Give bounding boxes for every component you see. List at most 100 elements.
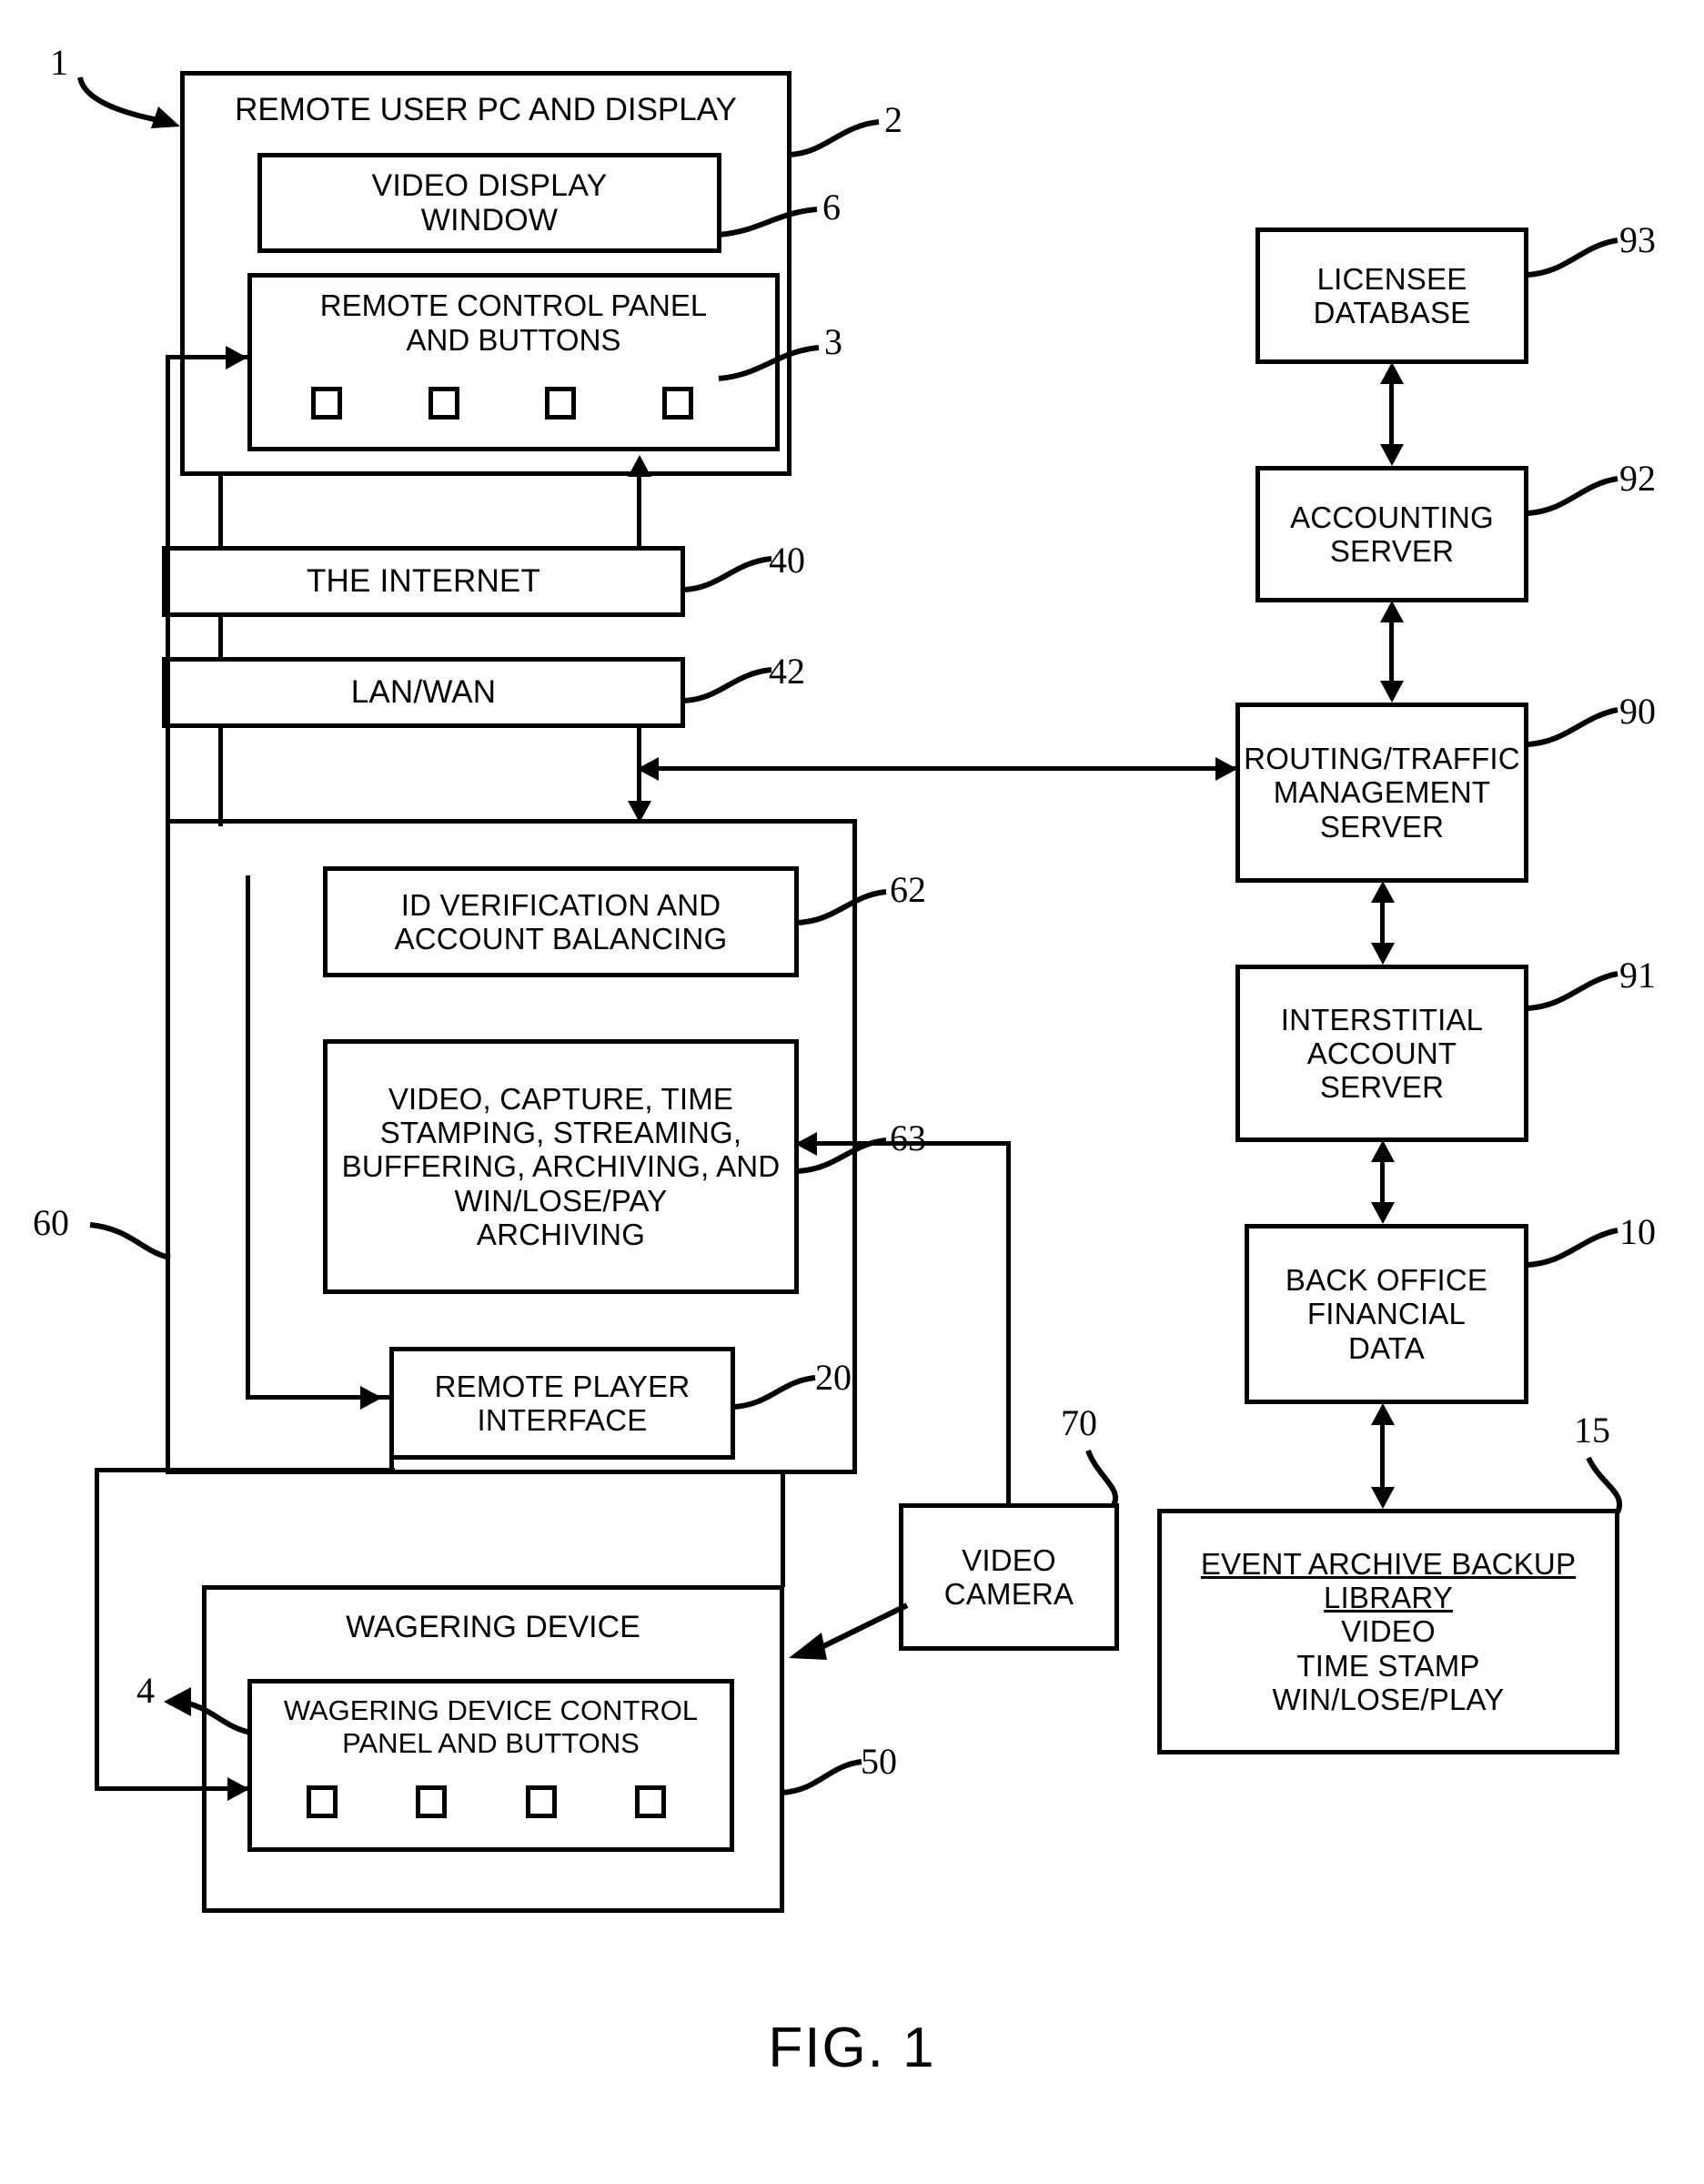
connector-internet-to-pc bbox=[637, 477, 641, 548]
arrowhead-right-wagering-panel bbox=[227, 1777, 249, 1801]
routing-server-line2: MANAGEMENT bbox=[1273, 775, 1491, 810]
wagering-button-2[interactable] bbox=[416, 1785, 448, 1818]
arrowhead-up-90 bbox=[1371, 881, 1395, 903]
video-services-line1: VIDEO, CAPTURE, TIME bbox=[388, 1081, 734, 1116]
wagering-button-4[interactable] bbox=[634, 1785, 666, 1818]
remote-button-2[interactable] bbox=[428, 387, 459, 420]
licensee-database-line1: LICENSEE bbox=[1316, 261, 1467, 296]
wagering-right-riser bbox=[781, 1474, 785, 1587]
back-office-box: BACK OFFICE FINANCIAL DATA bbox=[1245, 1224, 1528, 1404]
event-archive-line2: LIBRARY bbox=[1323, 1581, 1454, 1615]
ref-numeral-60: 60 bbox=[33, 1202, 69, 1243]
video-services-box: VIDEO, CAPTURE, TIME STAMPING, STREAMING… bbox=[323, 1039, 799, 1294]
arrowhead-up-92 bbox=[1380, 601, 1404, 622]
event-archive-line4: TIME STAMP bbox=[1296, 1648, 1480, 1683]
ref-numeral-40: 40 bbox=[769, 540, 805, 581]
host-left-spine bbox=[218, 726, 223, 826]
connector-lanwan-routing bbox=[637, 766, 1237, 771]
video-display-window-box: VIDEO DISPLAY WINDOW bbox=[257, 153, 721, 253]
lead-line-ref-3 bbox=[718, 345, 820, 381]
interstitial-server-line1: INTERSTITIAL bbox=[1280, 1002, 1484, 1036]
video-display-line1: VIDEO DISPLAY bbox=[371, 167, 608, 203]
feedback-riser-to-remote-panel bbox=[166, 355, 170, 937]
routing-server-box: ROUTING/TRAFFIC MANAGEMENT SERVER bbox=[1235, 703, 1528, 883]
camera-run-to-video-services bbox=[799, 1141, 1011, 1146]
arrowhead-left-video-services bbox=[795, 1132, 817, 1156]
remote-button-3[interactable] bbox=[545, 387, 577, 420]
arrowhead-down-92 bbox=[1380, 444, 1404, 466]
event-archive-line5: WIN/LOSE/PLAY bbox=[1272, 1682, 1505, 1716]
rpi-left-trunk bbox=[95, 1468, 99, 1791]
id-verification-box: ID VERIFICATION AND ACCOUNT BALANCING bbox=[323, 866, 799, 977]
rpi-bottom-run bbox=[95, 1468, 395, 1472]
wagering-button-3[interactable] bbox=[525, 1785, 557, 1818]
ref-numeral-62: 62 bbox=[890, 869, 926, 910]
lead-line-ref-50 bbox=[781, 1759, 862, 1795]
camera-riser bbox=[1006, 1141, 1011, 1505]
connector-interstitial-backoffice bbox=[1380, 1158, 1385, 1208]
video-services-line5: ARCHIVING bbox=[476, 1217, 646, 1251]
arrowhead-up-to-pc bbox=[628, 455, 651, 477]
camera-to-wagering-arrow bbox=[789, 1603, 909, 1660]
internet-box: THE INTERNET bbox=[162, 546, 685, 617]
lead-line-system bbox=[77, 76, 180, 128]
event-archive-box: EVENT ARCHIVE BACKUP LIBRARY VIDEO TIME … bbox=[1157, 1509, 1619, 1754]
back-office-line1: BACK OFFICE bbox=[1285, 1263, 1488, 1298]
connector-licensee-accounting bbox=[1389, 380, 1394, 450]
remote-player-interface-line1: REMOTE PLAYER bbox=[434, 1369, 691, 1403]
id-verification-line2: ACCOUNT BALANCING bbox=[394, 922, 728, 956]
arrowhead-down-90 bbox=[1380, 681, 1404, 703]
lead-line-ref-60 bbox=[89, 1222, 171, 1260]
ref-numeral-90: 90 bbox=[1619, 691, 1656, 732]
internet-label: THE INTERNET bbox=[306, 563, 541, 600]
event-archive-line1: EVENT ARCHIVE BACKUP bbox=[1200, 1546, 1577, 1581]
accounting-server-box: ACCOUNTING SERVER bbox=[1255, 466, 1528, 602]
lead-line-ref-4 bbox=[164, 1687, 252, 1735]
ref-numeral-3: 3 bbox=[824, 321, 842, 362]
lead-line-ref-70 bbox=[1085, 1449, 1118, 1507]
host-inner-riser bbox=[246, 875, 250, 1400]
arrowhead-right-remote-panel bbox=[226, 346, 247, 369]
ref-numeral-93: 93 bbox=[1619, 219, 1656, 260]
connector-backoffice-archive bbox=[1380, 1421, 1385, 1492]
video-camera-line1: VIDEO bbox=[962, 1542, 1056, 1577]
patent-figure-sheet: 1 REMOTE USER PC AND DISPLAY VIDEO DISPL… bbox=[0, 0, 1704, 2184]
wagering-button-1[interactable] bbox=[307, 1785, 338, 1818]
video-camera-line2: CAMERA bbox=[943, 1577, 1074, 1611]
wagering-buttons-row bbox=[307, 1785, 666, 1818]
remote-button-1[interactable] bbox=[311, 387, 342, 420]
connector-routing-interstitial bbox=[1380, 899, 1385, 948]
interstitial-server-line3: SERVER bbox=[1319, 1070, 1445, 1105]
lead-line-ref-15 bbox=[1586, 1456, 1622, 1514]
remote-buttons-row bbox=[311, 387, 693, 420]
routing-server-line1: ROUTING/TRAFFIC bbox=[1244, 742, 1520, 776]
wagering-control-line1: WAGERING DEVICE CONTROL bbox=[283, 1694, 699, 1726]
connector-accounting-routing bbox=[1389, 619, 1394, 686]
interstitial-server-box: INTERSTITIAL ACCOUNT SERVER bbox=[1235, 965, 1528, 1142]
remote-button-4[interactable] bbox=[661, 387, 693, 420]
ref-numeral-15: 15 bbox=[1574, 1410, 1610, 1451]
accounting-server-line1: ACCOUNTING bbox=[1290, 500, 1494, 534]
arrowhead-down-10 bbox=[1371, 1202, 1395, 1224]
arrowhead-up-10 bbox=[1371, 1403, 1395, 1425]
arrowhead-down-15 bbox=[1371, 1487, 1395, 1509]
arrowhead-up-93 bbox=[1380, 362, 1404, 384]
arrowhead-right-routing bbox=[1215, 757, 1237, 781]
ref-numeral-6: 6 bbox=[822, 187, 841, 228]
arrowhead-down-host bbox=[628, 801, 651, 823]
remote-control-panel-line1: REMOTE CONTROL PANEL bbox=[319, 288, 708, 322]
ref-numeral-91: 91 bbox=[1619, 955, 1656, 996]
remote-control-panel-box: REMOTE CONTROL PANEL AND BUTTONS bbox=[247, 273, 780, 451]
video-services-line2: STAMPING, STREAMING, bbox=[379, 1116, 742, 1150]
lead-line-ref-20 bbox=[732, 1375, 816, 1410]
ref-numeral-10: 10 bbox=[1619, 1211, 1656, 1252]
ref-numeral-2: 2 bbox=[884, 99, 902, 140]
remote-control-panel-line2: AND BUTTONS bbox=[406, 323, 621, 357]
ref-numeral-4: 4 bbox=[136, 1670, 155, 1711]
wagering-device-title: WAGERING DEVICE bbox=[346, 1610, 640, 1644]
video-camera-box: VIDEO CAMERA bbox=[899, 1503, 1119, 1651]
figure-caption: FIG. 1 bbox=[768, 2017, 936, 2079]
pc-left-spine bbox=[218, 473, 223, 548]
routing-server-line3: SERVER bbox=[1319, 809, 1445, 844]
ref-numeral-20: 20 bbox=[815, 1357, 852, 1398]
